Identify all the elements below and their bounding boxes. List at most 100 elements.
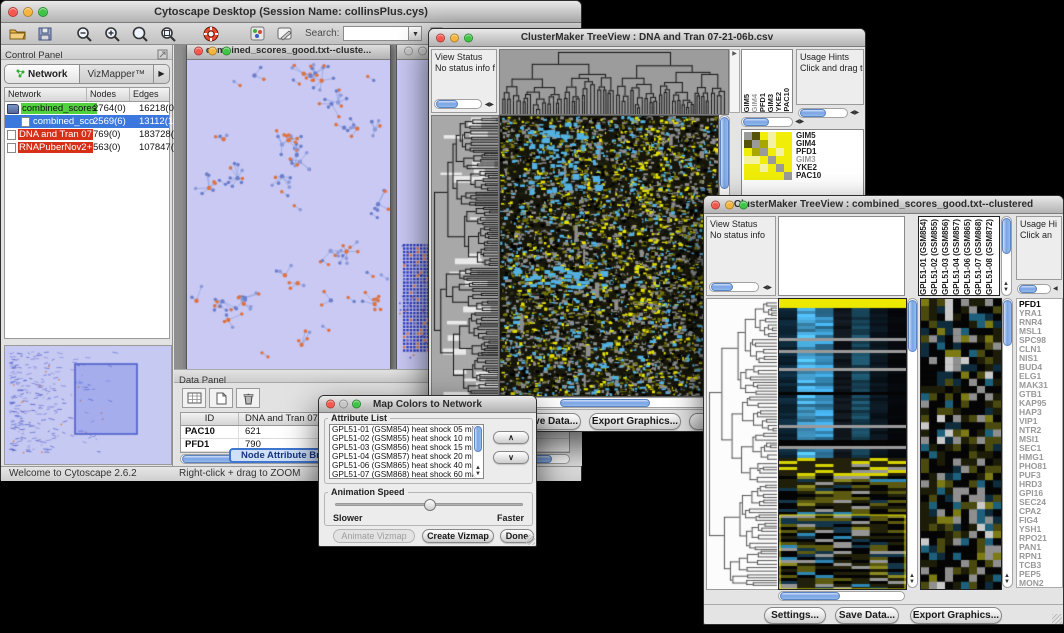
zoom-in-icon[interactable] <box>101 24 125 44</box>
col-edges[interactable]: Edges <box>130 88 169 101</box>
tv2-zoom-heatmap[interactable] <box>920 298 1002 590</box>
matrix-cell[interactable] <box>744 156 752 164</box>
matrix-cell[interactable] <box>760 164 768 172</box>
scroll-up-down-icons[interactable]: ▲▼ <box>475 465 481 477</box>
matrix-cell[interactable] <box>760 156 768 164</box>
tv1-usage-hscrollbar[interactable] <box>798 108 848 118</box>
resize-grip[interactable] <box>1052 614 1062 624</box>
matrix-cell[interactable] <box>744 172 752 180</box>
zoom-window-icon[interactable] <box>464 33 473 42</box>
matrix-cell[interactable] <box>776 164 784 172</box>
tv2-global-heatmap[interactable] <box>778 298 907 590</box>
tv2-collabel-vscrollbar[interactable]: ▲▼ <box>1001 216 1012 296</box>
tv2-column-labels[interactable]: GPL51-01 (GSM854)GPL51-02 (GSM855)GPL51-… <box>918 216 1000 296</box>
network-row[interactable]: RNAPuberNov2+563(0)107847(0) <box>5 141 169 154</box>
gene-label[interactable]: PAC10 <box>796 172 821 180</box>
zoom-fit-icon[interactable] <box>157 24 181 44</box>
treeview2-titlebar[interactable]: ClusterMaker TreeView : combined_scores_… <box>704 196 1063 214</box>
col-network[interactable]: Network <box>5 88 87 101</box>
tab-network[interactable]: Network <box>4 64 80 84</box>
matrix-cell[interactable] <box>760 132 768 140</box>
scroll-left-right-icons[interactable]: ◀▶ <box>763 285 772 291</box>
network-table-header[interactable]: Network Nodes Edges <box>5 88 169 102</box>
minimize-icon[interactable] <box>418 46 427 55</box>
zoom-window-icon[interactable] <box>38 7 48 17</box>
main-titlebar[interactable]: Cytoscape Desktop (Session Name: collins… <box>1 1 581 23</box>
view-status-hscrollbar[interactable] <box>434 99 482 109</box>
matrix-cell[interactable] <box>768 156 776 164</box>
tv1-global-heatmap[interactable] <box>499 115 719 397</box>
tv2-row-dendrogram[interactable] <box>706 298 780 590</box>
attribute-list-vscrollbar[interactable]: ▲▼ <box>472 425 483 478</box>
zoom-selected-icon[interactable] <box>129 24 153 44</box>
matrix-cell[interactable] <box>784 132 792 140</box>
minimize-icon[interactable] <box>339 400 348 409</box>
matrix-cell[interactable] <box>760 140 768 148</box>
scroll-up-down-icons[interactable]: ▲▼ <box>909 573 915 585</box>
network-view-titlebar[interactable]: combined_scores_good.txt--cluste... <box>187 45 390 60</box>
matrix-cell[interactable] <box>768 172 776 180</box>
matrix-cell[interactable] <box>768 148 776 156</box>
zoom-out-icon[interactable] <box>73 24 97 44</box>
minimize-icon[interactable] <box>23 7 33 17</box>
attribute-list[interactable]: GPL51-01 (GSM854) heat shock 05 minGPL51… <box>329 424 484 479</box>
attribute-item[interactable]: GPL51-07 (GSM868) heat shock 60 min <box>332 471 483 479</box>
create-vizmap-button[interactable]: Create Vizmap <box>422 529 494 543</box>
tv2-global-vscrollbar[interactable]: ▲▼ <box>907 298 918 588</box>
delete-attribute-icon[interactable] <box>236 388 260 408</box>
tv2-usage-hscrollbar[interactable] <box>1017 284 1051 294</box>
matrix-cell[interactable] <box>744 164 752 172</box>
close-icon[interactable] <box>8 7 18 17</box>
animation-speed-slider[interactable] <box>335 503 523 506</box>
data-col-id[interactable]: ID <box>181 413 239 425</box>
tv2-settings-button[interactable]: Settings... <box>764 607 826 624</box>
network-row[interactable]: DNA and Tran 07769(0)183728(0) <box>5 128 169 141</box>
open-file-icon[interactable] <box>5 24 29 44</box>
matrix-cell[interactable] <box>776 148 784 156</box>
matrix-cell[interactable] <box>776 132 784 140</box>
vizmapper-node-icon[interactable] <box>245 24 269 44</box>
matrix-cell[interactable] <box>760 148 768 156</box>
select-attributes-icon[interactable] <box>182 388 206 408</box>
float-panel-icon[interactable] <box>157 47 168 65</box>
move-attribute-up-button[interactable]: ∧ <box>493 431 529 444</box>
matrix-cell[interactable] <box>784 164 792 172</box>
tv2-save-data-button[interactable]: Save Data... <box>835 607 899 624</box>
matrix-cell[interactable] <box>752 140 760 148</box>
scroll-up-down-icons[interactable]: ▲▼ <box>1004 573 1010 585</box>
matrix-cell[interactable] <box>752 172 760 180</box>
resize-grip[interactable] <box>525 535 535 545</box>
treeview1-titlebar[interactable]: ClusterMaker TreeView : DNA and Tran 07-… <box>429 29 865 47</box>
column-label[interactable]: GPL51-08 (GSM872) <box>986 219 997 295</box>
matrix-cell[interactable] <box>768 132 776 140</box>
tv2-gene-labels[interactable]: PFD1YRA1RNR4MSL1SPC98CLN1NIS1BUD4ELG1MAK… <box>1016 298 1063 588</box>
matrix-cell[interactable] <box>760 172 768 180</box>
matrix-cell[interactable] <box>752 156 760 164</box>
matrix-cell[interactable] <box>752 148 760 156</box>
matrix-cell[interactable] <box>776 156 784 164</box>
save-icon[interactable] <box>33 24 57 44</box>
tv1-column-labels[interactable]: GIM5GIM4PFD1GIM3YKE2PAC10 <box>741 49 793 113</box>
network-overview-panel[interactable] <box>4 345 172 465</box>
matrix-cell[interactable] <box>768 140 776 148</box>
tv1-column-dendrogram[interactable] <box>499 49 729 115</box>
zoom-window-icon[interactable] <box>352 400 361 409</box>
tv1-zoom-hscrollbar[interactable] <box>741 117 793 127</box>
scroll-left-right-icons[interactable]: ◀ <box>1053 286 1058 292</box>
tab-vizmapper[interactable]: VizMapper™ <box>80 64 155 84</box>
gene-label[interactable]: MON2 <box>1019 579 1062 588</box>
network-row[interactable]: combined_sco2569(6)13112(15) <box>5 115 169 128</box>
matrix-cell[interactable] <box>784 172 792 180</box>
tab-overflow-button[interactable]: ▶ <box>154 64 170 84</box>
dialog-titlebar[interactable]: Map Colors to Network <box>319 396 536 413</box>
minimize-icon[interactable] <box>450 33 459 42</box>
matrix-cell[interactable] <box>768 164 776 172</box>
minimize-icon[interactable] <box>725 200 734 209</box>
tv2-status-hscrollbar[interactable] <box>709 282 759 292</box>
matrix-cell[interactable] <box>776 172 784 180</box>
tv2-export-graphics-button[interactable]: Export Graphics... <box>910 607 1002 624</box>
close-icon[interactable] <box>436 33 445 42</box>
matrix-cell[interactable] <box>784 140 792 148</box>
scroll-left-right-icons[interactable]: ◀▶ <box>795 119 804 125</box>
zoom-window-icon[interactable] <box>739 200 748 209</box>
